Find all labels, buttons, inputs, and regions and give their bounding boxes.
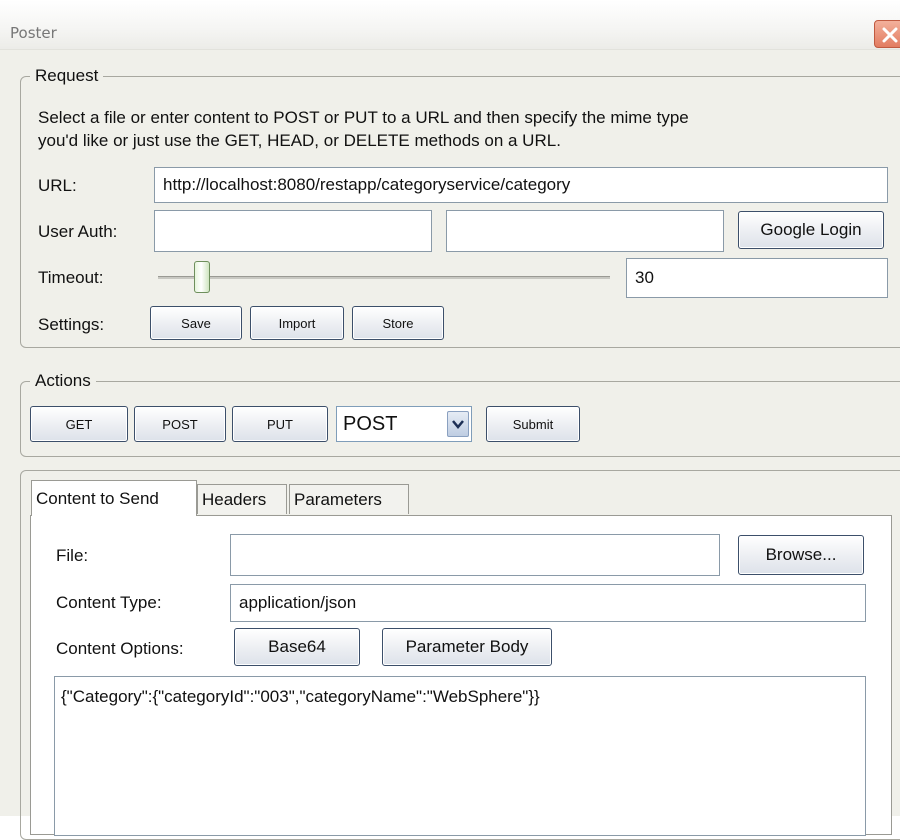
base64-button[interactable]: Base64 xyxy=(234,628,360,666)
request-legend: Request xyxy=(30,66,104,86)
tab-parameters[interactable]: Parameters xyxy=(289,484,409,514)
timeout-input[interactable]: 30 xyxy=(626,258,888,298)
close-button[interactable] xyxy=(874,20,900,48)
url-input[interactable]: http://localhost:8080/restapp/categoryse… xyxy=(154,167,888,203)
get-button[interactable]: GET xyxy=(30,406,128,442)
url-label: URL: xyxy=(38,176,77,195)
close-icon xyxy=(882,27,898,43)
submit-button[interactable]: Submit xyxy=(486,406,580,442)
dropdown-arrow-button[interactable] xyxy=(447,411,469,437)
import-button[interactable]: Import xyxy=(250,306,344,340)
content-type-input[interactable]: application/json xyxy=(230,584,866,622)
google-login-button[interactable]: Google Login xyxy=(738,211,884,249)
content-options-label: Content Options: xyxy=(56,639,184,658)
file-input[interactable] xyxy=(230,534,720,576)
method-select-value: POST xyxy=(343,412,398,435)
browse-button[interactable]: Browse... xyxy=(738,535,864,575)
request-description-line2: you'd like or just use the GET, HEAD, or… xyxy=(38,131,561,150)
request-body-textarea[interactable]: {"Category":{"categoryId":"003","categor… xyxy=(54,676,866,836)
content-type-label: Content Type: xyxy=(56,593,162,612)
timeout-slider-track[interactable] xyxy=(158,276,610,279)
method-select[interactable]: POST xyxy=(336,406,472,442)
store-button[interactable]: Store xyxy=(352,306,444,340)
chevron-down-icon xyxy=(452,420,464,429)
tab-content-to-send[interactable]: Content to Send xyxy=(31,480,197,516)
timeout-label: Timeout: xyxy=(38,268,104,287)
actions-legend: Actions xyxy=(30,371,96,391)
user-auth-label: User Auth: xyxy=(38,222,118,241)
poster-window: Poster Request Select a file or enter co… xyxy=(0,0,900,840)
tab-headers[interactable]: Headers xyxy=(197,484,287,514)
parameter-body-button[interactable]: Parameter Body xyxy=(382,628,552,666)
timeout-slider-handle[interactable] xyxy=(194,261,210,293)
put-button[interactable]: PUT xyxy=(232,406,328,442)
title-bar: Poster xyxy=(0,0,900,50)
settings-label: Settings: xyxy=(38,315,105,334)
password-input[interactable] xyxy=(446,210,724,252)
post-button[interactable]: POST xyxy=(134,406,226,442)
request-description-line1: Select a file or enter content to POST o… xyxy=(38,108,689,127)
file-label: File: xyxy=(56,546,89,565)
window-title: Poster xyxy=(10,24,57,42)
username-input[interactable] xyxy=(154,210,432,252)
save-button[interactable]: Save xyxy=(150,306,242,340)
